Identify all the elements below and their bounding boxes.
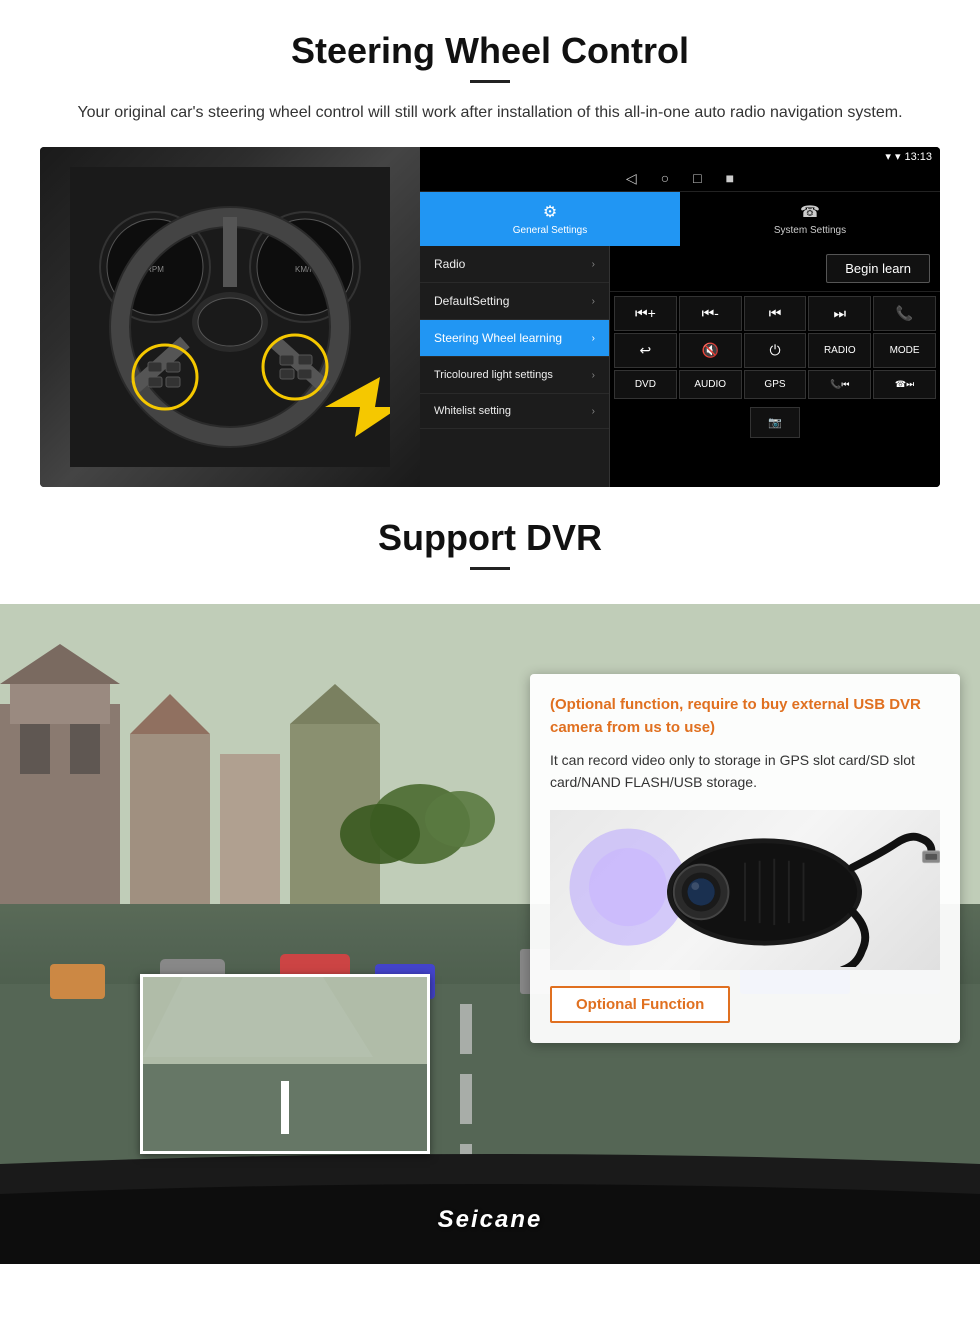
dvr-optional-text: (Optional function, require to buy exter…	[550, 694, 940, 739]
dvr-title-area: Support DVR	[0, 487, 980, 604]
controls-row-1: ⏮+ ⏮- ⏮ ⏭ 📞	[614, 296, 936, 331]
begin-learn-row: Begin learn	[610, 246, 940, 292]
menu-tricoloured-label: Tricoloured light settings	[434, 368, 553, 382]
steering-photo: RPM KM/H	[40, 147, 420, 487]
wifi-icon: ▾	[895, 150, 901, 163]
seicane-watermark: Seicane	[438, 1206, 543, 1234]
camera-row: 📷	[610, 403, 940, 442]
dvr-divider	[470, 567, 510, 570]
menu-steering-label: Steering Wheel learning	[434, 331, 562, 345]
ctrl-phone-next[interactable]: ☎⏭	[873, 370, 936, 399]
ctrl-mode[interactable]: MODE	[873, 333, 936, 368]
menu-tricoloured[interactable]: Tricoloured light settings ›	[420, 357, 609, 394]
menu-default-setting[interactable]: DefaultSetting ›	[420, 283, 609, 320]
ctrl-vol-down[interactable]: ⏮-	[679, 296, 742, 331]
thumbnail-svg	[143, 977, 430, 1154]
ctrl-prev[interactable]: ⏮	[744, 296, 807, 331]
chevron-right-icon: ›	[592, 369, 595, 382]
controls-row-2: ↩ 🔇 ⏻ RADIO MODE	[614, 333, 936, 368]
ctrl-mute[interactable]: 🔇	[679, 333, 742, 368]
menu-whitelist[interactable]: Whitelist setting ›	[420, 394, 609, 429]
tab-system-settings[interactable]: ☎ System Settings	[680, 192, 940, 246]
steering-subtitle: Your original car's steering wheel contr…	[40, 101, 940, 125]
status-time: 13:13	[904, 151, 932, 163]
nav-menu-icon[interactable]: ■	[726, 170, 734, 187]
tab-general-settings[interactable]: ⚙ General Settings	[420, 192, 680, 246]
chevron-right-icon: ›	[592, 406, 595, 417]
steering-section: Steering Wheel Control Your original car…	[0, 0, 980, 487]
ctrl-radio[interactable]: RADIO	[808, 333, 871, 368]
android-status-bar: ▾ ▾ 13:13	[420, 147, 940, 166]
ctrl-back[interactable]: ↩	[614, 333, 677, 368]
controls-row-3: DVD AUDIO GPS 📞⏮ ☎⏭	[614, 370, 936, 399]
menu-radio-label: Radio	[434, 257, 465, 271]
dvr-camera-svg	[550, 812, 940, 967]
begin-learn-button[interactable]: Begin learn	[826, 254, 930, 283]
ctrl-power[interactable]: ⏻	[744, 333, 807, 368]
android-tabs: ⚙ General Settings ☎ System Settings	[420, 192, 940, 246]
menu-default-label: DefaultSetting	[434, 294, 509, 308]
chevron-right-icon: ›	[592, 333, 595, 344]
ctrl-audio[interactable]: AUDIO	[679, 370, 742, 399]
tab-system-label: System Settings	[774, 225, 846, 236]
ctrl-phone[interactable]: 📞	[873, 296, 936, 331]
menu-radio[interactable]: Radio ›	[420, 246, 609, 283]
title-divider	[470, 80, 510, 83]
signal-icon: ▾	[885, 150, 891, 163]
dvr-desc-text: It can record video only to storage in G…	[550, 749, 940, 794]
controls-grid: ⏮+ ⏮- ⏮ ⏭ 📞 ↩ 🔇 ⏻ RADIO MODE	[610, 292, 940, 403]
menu-whitelist-label: Whitelist setting	[434, 405, 511, 417]
menu-steering-wheel[interactable]: Steering Wheel learning ›	[420, 320, 609, 357]
steering-title: Steering Wheel Control	[40, 30, 940, 72]
ctrl-gps[interactable]: GPS	[744, 370, 807, 399]
ctrl-camera[interactable]: 📷	[750, 407, 800, 438]
nav-recent-icon[interactable]: □	[693, 170, 701, 187]
ctrl-phone-prev[interactable]: 📞⏮	[808, 370, 871, 399]
ctrl-vol-up[interactable]: ⏮+	[614, 296, 677, 331]
dvr-title: Support DVR	[40, 517, 940, 559]
ctrl-dvd[interactable]: DVD	[614, 370, 677, 399]
android-content: Radio › DefaultSetting › Steering Wheel …	[420, 246, 940, 487]
ctrl-next[interactable]: ⏭	[808, 296, 871, 331]
gear-icon: ⚙	[543, 202, 557, 222]
chevron-right-icon: ›	[592, 296, 595, 307]
android-panel: ▾ ▾ 13:13 ◁ ○ □ ■ ⚙ General Settings ☎ S…	[420, 147, 940, 487]
nav-home-icon[interactable]: ○	[661, 170, 669, 187]
chevron-right-icon: ›	[592, 259, 595, 270]
tab-general-label: General Settings	[513, 225, 588, 236]
optional-function-button[interactable]: Optional Function	[550, 986, 730, 1023]
dvr-card: (Optional function, require to buy exter…	[530, 674, 960, 1043]
android-right-panel: Begin learn ⏮+ ⏮- ⏮ ⏭ 📞 ↩ 🔇	[610, 246, 940, 487]
dvr-background: (Optional function, require to buy exter…	[0, 604, 980, 1264]
phone-icon: ☎	[800, 202, 820, 222]
nav-back-icon[interactable]: ◁	[626, 170, 637, 187]
dvr-thumbnail	[140, 974, 430, 1154]
steering-composite: RPM KM/H	[40, 147, 940, 487]
optional-function-area: Optional Function	[550, 986, 940, 1023]
dvr-camera-image	[550, 810, 940, 970]
steering-wheel-svg: RPM KM/H	[70, 167, 390, 467]
dvr-section: Support DVR	[0, 487, 980, 1264]
android-menu: Radio › DefaultSetting › Steering Wheel …	[420, 246, 610, 487]
